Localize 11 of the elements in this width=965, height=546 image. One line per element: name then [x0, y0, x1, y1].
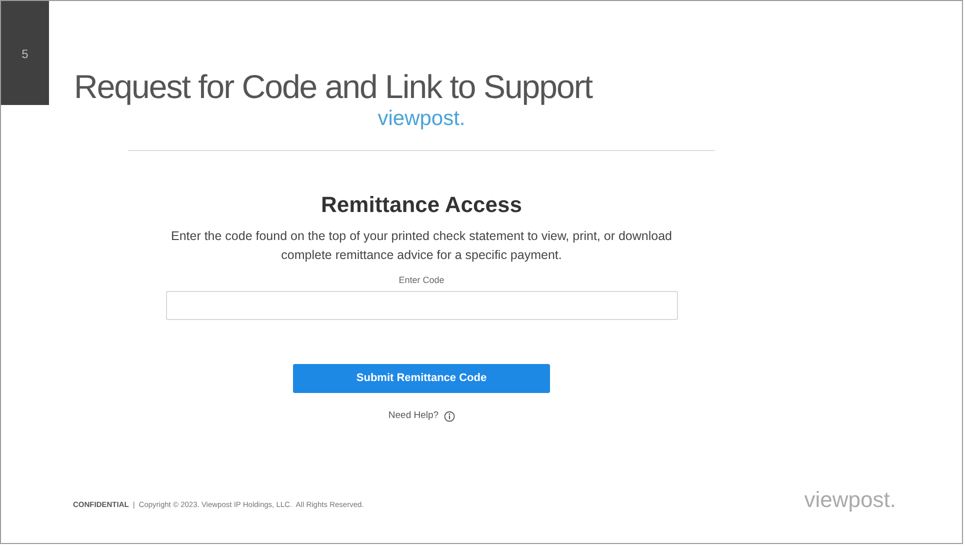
- logo: viewpost.: [378, 106, 466, 132]
- footer-logo: viewpost.: [804, 488, 896, 512]
- description-text: Enter the code found on the top of your printed check statement to view, print, or download complete remittance advice for a specific payment.: [170, 228, 673, 264]
- field-label: Enter Code: [398, 274, 444, 286]
- slide-number: 5: [22, 46, 28, 61]
- page-heading: Remittance Access: [321, 191, 522, 219]
- code-input-field[interactable]: [166, 291, 678, 320]
- submit-button[interactable]: Submit Remittance Code: [293, 364, 550, 393]
- info-icon: [444, 410, 455, 422]
- slide-title: Request for Code and Link to Support: [74, 67, 592, 107]
- help-link[interactable]: Need Help?: [388, 409, 439, 424]
